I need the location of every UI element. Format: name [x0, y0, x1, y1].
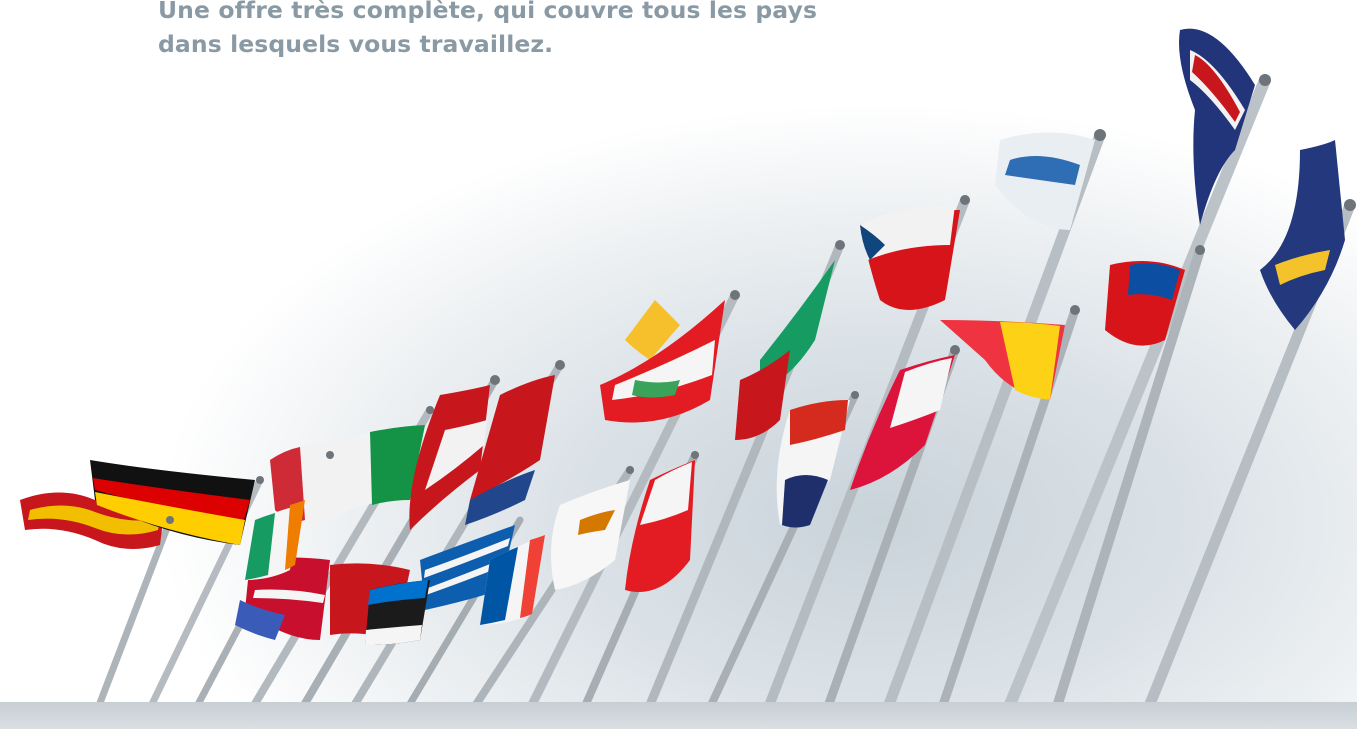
bottom-band — [0, 702, 1357, 729]
flags-illustration — [20, 28, 1356, 729]
headline-line-1: Une offre très complète, qui couvre tous… — [158, 0, 818, 24]
flags — [20, 28, 1345, 645]
flags-photo: Une offre très complète, qui couvre tous… — [0, 0, 1357, 729]
flag-poles — [86, 74, 1356, 729]
headline-line-2: dans lesquels vous travaillez. — [158, 30, 554, 58]
headline: Une offre très complète, qui couvre tous… — [158, 0, 878, 61]
